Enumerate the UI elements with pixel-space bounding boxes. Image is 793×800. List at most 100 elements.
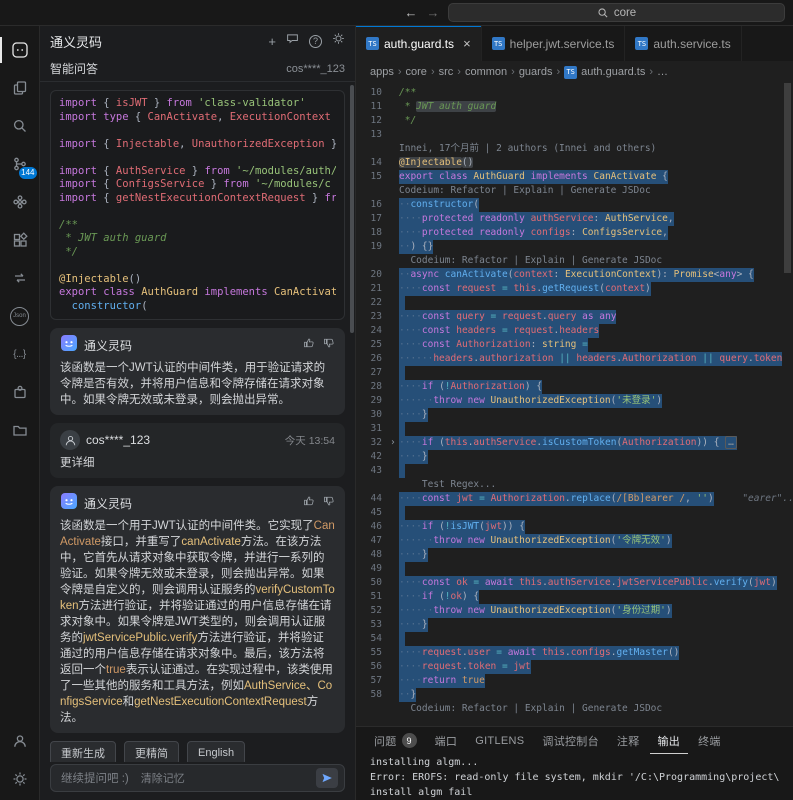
panel-tab-端口[interactable]: 端口 [427, 727, 466, 754]
more-concise-button[interactable]: 更精简 [124, 741, 179, 762]
english-button[interactable]: English [187, 741, 245, 762]
chat-code-line: import { isJWT } from 'class-validator' [59, 97, 336, 111]
breadcrumb-item[interactable]: … [657, 66, 668, 78]
account-icon[interactable] [0, 722, 40, 760]
panel-tab-输出[interactable]: 输出 [650, 727, 689, 754]
panel-tab-GITLENS[interactable]: GITLENS [467, 727, 532, 754]
forward-arrow-icon[interactable]: → [422, 5, 444, 20]
thumbs-up-icon[interactable] [303, 494, 315, 512]
tab-label: auth.service.ts [653, 37, 730, 51]
fold-gutter [390, 240, 399, 254]
line-number: 54 [356, 632, 390, 646]
clear-memory-button[interactable]: 清除记忆 [141, 770, 185, 786]
panel-tab-label: 调试控制台 [542, 733, 599, 749]
thumbs-down-icon[interactable] [323, 336, 335, 354]
codelens[interactable]: Test Regex... [356, 478, 793, 492]
message-actions: 重新生成 更精简 English [50, 741, 345, 762]
tab-smart-qa[interactable]: 智能问答 [50, 60, 98, 77]
source-control-icon[interactable]: 144 [0, 145, 40, 183]
output-line: installing algm... [370, 755, 779, 770]
panel-tab-label: 注释 [617, 733, 640, 749]
line-number: 53 [356, 618, 390, 632]
chat-input[interactable]: 继续提问吧 :) 清除记忆 [50, 764, 345, 792]
code-line: 42····} [356, 450, 793, 464]
regenerate-button[interactable]: 重新生成 [50, 741, 116, 762]
codelens[interactable]: Innei, 17个月前 | 2 authors (Innei and othe… [356, 142, 793, 156]
fold-gutter [390, 184, 399, 198]
tab-label: helper.jwt.service.ts [510, 37, 615, 51]
fold-gutter [390, 688, 399, 702]
close-icon[interactable]: × [463, 36, 471, 51]
account-name[interactable]: cos****_123 [286, 63, 345, 75]
chat-code-line: /** [59, 219, 336, 233]
extensions-blocks-icon[interactable] [0, 221, 40, 259]
fold-gutter [390, 590, 399, 604]
thumbs-up-icon[interactable] [303, 336, 315, 354]
panel-tab-终端[interactable]: 终端 [690, 727, 729, 754]
breadcrumb-item[interactable]: common [465, 66, 507, 78]
breadcrumb-item[interactable]: guards [519, 66, 553, 78]
line-number [356, 702, 390, 716]
flower-icon[interactable] [0, 183, 40, 221]
send-icon[interactable] [316, 768, 338, 788]
message-author: 通义灵码 [84, 495, 132, 512]
fold-gutter [390, 100, 399, 114]
fold-gutter [390, 408, 399, 422]
code-line: 54 [356, 632, 793, 646]
line-number: 47 [356, 534, 390, 548]
line-number: 23 [356, 310, 390, 324]
tongyi-lingma-icon[interactable] [0, 31, 40, 69]
command-center-search[interactable]: core [448, 3, 785, 22]
sync-arrows-icon[interactable] [0, 259, 40, 297]
fold-gutter [390, 478, 399, 492]
breadcrumb-item[interactable]: src [439, 66, 454, 78]
fold-gutter [390, 310, 399, 324]
explorer-icon[interactable] [0, 69, 40, 107]
line-number: 18 [356, 226, 390, 240]
fold-arrow-icon[interactable]: › [390, 436, 399, 450]
help-icon[interactable]: ? [309, 35, 322, 48]
tab-auth-guard-ts[interactable]: TSauth.guard.ts× [356, 26, 482, 61]
breadcrumb-item[interactable]: core [406, 66, 427, 78]
settings-gear-icon[interactable] [0, 760, 40, 798]
code-line: 57····return true [356, 674, 793, 688]
code-line: 58··} [356, 688, 793, 702]
panel-tab-注释[interactable]: 注释 [609, 727, 648, 754]
sidebar-scrollbar-thumb[interactable] [350, 85, 354, 333]
tab-helper-jwt-service-ts[interactable]: TS helper.jwt.service.ts [482, 26, 626, 61]
braces-icon[interactable]: {...} [0, 335, 40, 373]
codelens[interactable]: Codeium: Refactor | Explain | Generate J… [356, 702, 793, 716]
code-line: 10/** [356, 86, 793, 100]
codelens[interactable]: Codeium: Refactor | Explain | Generate J… [356, 184, 793, 198]
codelens[interactable]: Codeium: Refactor | Explain | Generate J… [356, 254, 793, 268]
panel-tab-label: 问题 [374, 733, 397, 749]
line-number: 31 [356, 422, 390, 436]
chat-history-icon[interactable] [286, 32, 299, 50]
search-sidebar-icon[interactable] [0, 107, 40, 145]
tab-label: auth.guard.ts [384, 37, 454, 51]
thumbs-down-icon[interactable] [323, 494, 335, 512]
line-number: 45 [356, 506, 390, 520]
tab-auth-service-ts[interactable]: TSauth.service.ts [625, 26, 741, 61]
breadcrumb-item[interactable]: apps [370, 66, 394, 78]
fold-gutter [390, 646, 399, 660]
ai-message-text: 该函数是一个用于JWT认证的中间件类。它实现了CanActivate接口，并重写… [60, 518, 335, 726]
panel-tab-问题[interactable]: 问题9 [366, 727, 425, 754]
message-time: 今天 13:54 [285, 433, 335, 448]
panel-tab-调试控制台[interactable]: 调试控制台 [534, 727, 607, 754]
scrollbar-thumb[interactable] [784, 83, 791, 273]
new-chat-icon[interactable]: + [268, 35, 276, 48]
json-icon[interactable]: Json [0, 297, 40, 335]
back-arrow-icon[interactable]: ← [400, 5, 422, 20]
fold-gutter [390, 324, 399, 338]
folder-icon[interactable] [0, 411, 40, 449]
editor-scrollbar[interactable] [783, 83, 793, 726]
code-editor[interactable]: 10/**11 * JWT auth guard12 */13Innei, 17… [356, 83, 793, 726]
typescript-file-icon: TS [492, 37, 505, 50]
ai-message: 通义灵码 该函数是一个JWT认证的中间件类，用于验证请求的令牌是否有效，并将用户… [50, 328, 345, 415]
puzzle-icon[interactable] [0, 373, 40, 411]
code-line: 21····const request = this.getRequest(co… [356, 282, 793, 296]
breadcrumb-item[interactable]: auth.guard.ts [581, 66, 645, 78]
sidebar-settings-gear-icon[interactable] [332, 32, 345, 50]
fold-gutter [390, 464, 399, 478]
